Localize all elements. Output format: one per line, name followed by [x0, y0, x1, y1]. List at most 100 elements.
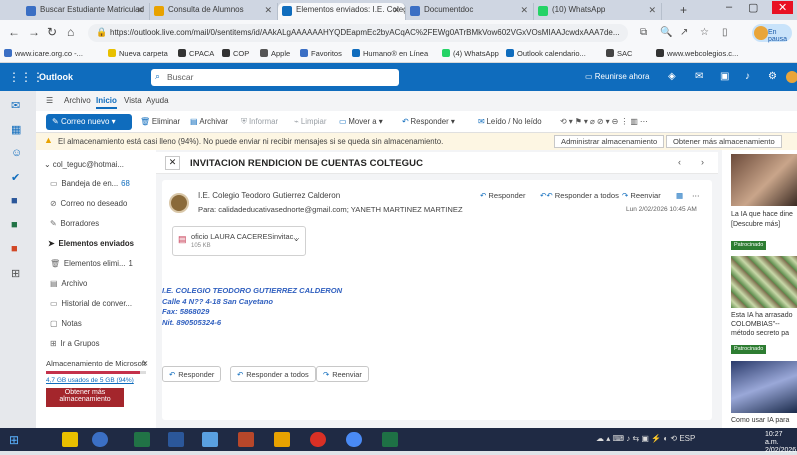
bookmark-item[interactable]: Favoritos: [300, 49, 342, 58]
bookmark-item[interactable]: SAC: [606, 49, 632, 58]
word-icon[interactable]: [168, 432, 184, 447]
more-tools-icons[interactable]: ⟲ ▾ ⚑ ▾ ⌀ ⊘ ▾ ⊖ ⋮ ▥ ⋯: [560, 117, 648, 126]
reply-button[interactable]: ↶ Responder ▾: [402, 117, 455, 126]
close-tab-icon[interactable]: ✕: [520, 5, 528, 16]
previous-icon[interactable]: ‹: [678, 157, 681, 167]
avatar[interactable]: [786, 71, 797, 83]
ad-image[interactable]: [731, 154, 797, 206]
forward-icon[interactable]: →: [28, 25, 40, 39]
folder-taskbar-icon[interactable]: [274, 432, 290, 447]
folder-item-deleted[interactable]: 🗑 Elementos elimi... 1: [50, 259, 133, 268]
meet-now-button[interactable]: ▭ Reunirse ahora: [585, 72, 649, 81]
storage-usage-link[interactable]: 4,7 GB usados de 5 GB (94%): [46, 377, 150, 384]
folder-item-history[interactable]: ▭ Historial de conver...: [50, 299, 132, 308]
close-tab-icon[interactable]: ✕: [264, 5, 272, 16]
more-apps-icon[interactable]: ⊞: [11, 267, 20, 280]
gear-icon[interactable]: ⚙: [768, 71, 777, 82]
bookmark-item[interactable]: (4) WhatsApp: [442, 49, 499, 58]
sidebar-icon[interactable]: ▯: [722, 27, 728, 38]
browser-tab[interactable]: (10) WhatsApp ✕: [534, 3, 662, 20]
browser-tab[interactable]: Buscar Estudiante Matriculad ✕: [22, 3, 150, 20]
maximize-icon[interactable]: ▢: [748, 1, 758, 14]
forward-button[interactable]: ↷ Reenviar: [316, 366, 369, 382]
close-icon[interactable]: ✕: [165, 156, 180, 170]
edge-icon[interactable]: [92, 432, 108, 447]
teams-icon[interactable]: ◈: [668, 71, 676, 82]
close-tab-icon[interactable]: ✕: [392, 5, 400, 16]
close-icon[interactable]: ✕: [142, 359, 148, 368]
chrome-icon[interactable]: [346, 432, 362, 447]
ad-caption[interactable]: La IA que hace dine: [731, 210, 797, 219]
tab-inicio[interactable]: Inicio: [96, 96, 117, 109]
mail-taskbar-icon[interactable]: [202, 432, 218, 447]
browser-tab[interactable]: Consulta de Alumnos ✕: [150, 3, 278, 20]
account-node[interactable]: ⌄ col_teguc@hotmai...: [44, 160, 124, 169]
delete-button[interactable]: 🗑 Eliminar: [140, 117, 180, 126]
reply-all-action[interactable]: ↶↶ Responder a todos: [540, 191, 619, 200]
profile-button[interactable]: En pausa: [752, 24, 792, 43]
bookmark-item[interactable]: Apple: [260, 49, 290, 58]
forward-action[interactable]: ↷ Reenviar: [622, 191, 661, 200]
manage-storage-button[interactable]: Administrar almacenamiento: [554, 135, 665, 148]
folder-item-inbox[interactable]: ▭ Bandeja de en... 68: [50, 179, 130, 188]
close-tab-icon[interactable]: ✕: [648, 5, 656, 16]
archive-button[interactable]: ▤ Archivar: [190, 117, 228, 126]
report-button[interactable]: ⛨ Informar: [241, 117, 278, 127]
more-options-icon[interactable]: ⋯: [692, 191, 700, 200]
bell-icon[interactable]: ♪: [745, 71, 750, 82]
bookmark-item[interactable]: Nueva carpeta: [108, 49, 168, 58]
next-icon[interactable]: ›: [701, 157, 704, 167]
tab-archivo[interactable]: Archivo: [64, 96, 91, 105]
bookmark-item[interactable]: www.icare.org.co -...: [4, 49, 83, 58]
new-mail-button[interactable]: ✎ Correo nuevo ▾: [46, 114, 132, 130]
home-icon[interactable]: ⌂: [67, 25, 74, 39]
close-window-icon[interactable]: ✕: [772, 1, 794, 14]
system-tray[interactable]: ☁ ▴ ⌨ ♪ ⇆ ▣ ⚡ ◐ ⟲ ESP: [596, 434, 695, 443]
bookmark-item[interactable]: COP: [222, 49, 249, 58]
reply-all-button[interactable]: ↶ Responder a todos: [230, 366, 316, 382]
search-input[interactable]: ⌕ Buscar: [151, 69, 399, 86]
close-tab-icon[interactable]: ✕: [136, 5, 144, 16]
ad-caption[interactable]: Como usar IA para: [731, 416, 797, 425]
file-explorer-icon[interactable]: [62, 432, 78, 447]
ad-caption[interactable]: [Descubre más]: [731, 220, 797, 229]
go-to-groups-link[interactable]: ⊞ Ir a Grupos: [50, 339, 100, 348]
mail-icon[interactable]: ✉: [695, 71, 703, 82]
sweep-button[interactable]: ⌁ Limpiar: [294, 117, 326, 126]
excel-icon[interactable]: [134, 432, 150, 447]
tab-vista[interactable]: Vista: [124, 96, 142, 105]
tab-ayuda[interactable]: Ayuda: [146, 96, 169, 105]
folder-item-drafts[interactable]: ✎ Borradores: [50, 219, 99, 228]
star-icon[interactable]: ☆: [700, 27, 709, 38]
chevron-down-icon[interactable]: ⌄: [293, 234, 300, 243]
excel-file-icon[interactable]: [382, 432, 398, 447]
menu-icon[interactable]: ☰: [46, 96, 53, 105]
excel-app-icon[interactable]: ■: [11, 219, 18, 231]
minimize-icon[interactable]: –: [726, 1, 732, 13]
reply-action[interactable]: ↶ Responder: [480, 191, 526, 200]
ad-caption[interactable]: COLOMBIAS"--: [731, 320, 797, 329]
powerpoint-icon[interactable]: [238, 432, 254, 447]
teams-share-icon[interactable]: ▦: [676, 191, 683, 200]
read-unread-button[interactable]: ✉ Leído / No leído: [478, 117, 542, 126]
folder-item-sent[interactable]: ➤ Elementos enviados: [48, 239, 134, 248]
get-more-storage-sidebar-button[interactable]: Obtener más almacenamiento: [46, 388, 124, 407]
powerpoint-app-icon[interactable]: ■: [11, 243, 18, 255]
reload-icon[interactable]: ↻: [47, 25, 57, 39]
bookmark-item[interactable]: CPACA: [178, 49, 214, 58]
bookmark-item[interactable]: www.webcolegios.c...: [656, 49, 738, 58]
zoom-icon[interactable]: 🔍: [660, 27, 672, 38]
share-page-icon[interactable]: ↗: [680, 27, 688, 38]
bookmark-item[interactable]: Outlook calendario...: [506, 49, 586, 58]
browser-tab-active[interactable]: Elementos enviados: I.E. Coleg ✕: [278, 3, 406, 20]
new-tab-icon[interactable]: +: [680, 3, 687, 17]
ad-image[interactable]: [731, 361, 797, 413]
attachment-card[interactable]: ▤ oficio LAURA CACERESinvitac... 105 KB …: [172, 226, 306, 256]
ad-caption[interactable]: método secreto pa: [731, 329, 797, 338]
calendar-app-icon[interactable]: ▦: [11, 123, 21, 136]
chevron-down-icon[interactable]: ▾: [109, 117, 116, 126]
get-more-storage-button[interactable]: Obtener más almacenamiento: [666, 135, 782, 148]
ad-caption[interactable]: Esta IA ha arrasado: [731, 311, 797, 320]
opera-icon[interactable]: [310, 432, 326, 447]
word-app-icon[interactable]: ■: [11, 195, 18, 207]
